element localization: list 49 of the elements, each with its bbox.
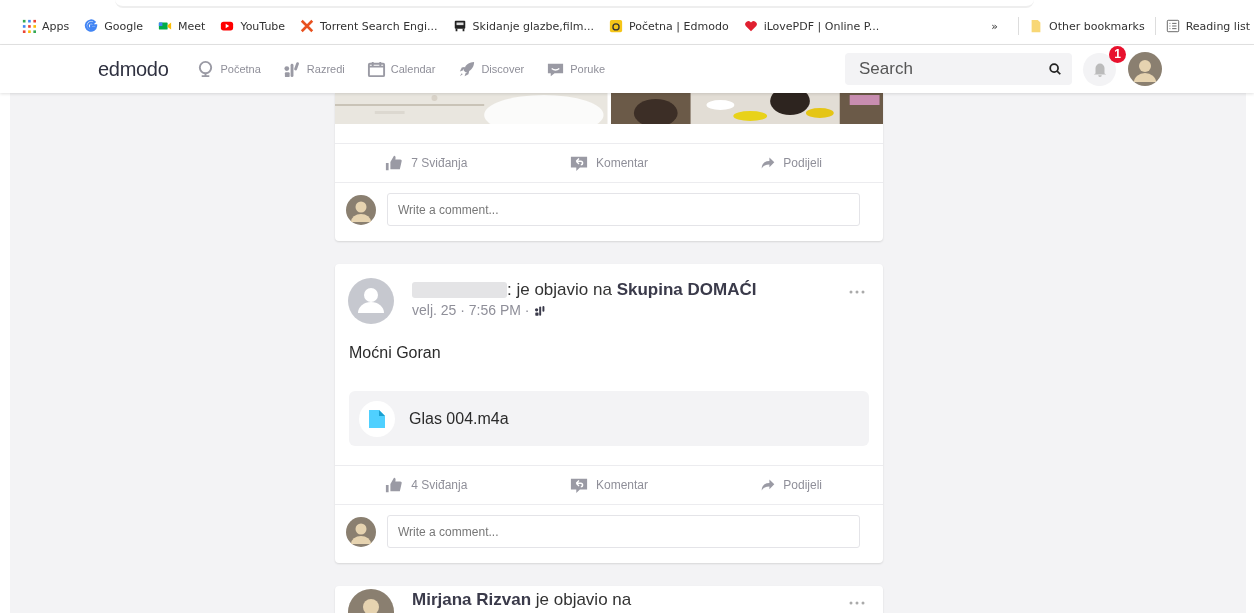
notifications-button[interactable] [1083,52,1116,86]
user-avatar[interactable] [1128,52,1162,86]
heart-icon [743,19,758,33]
user-avatar [346,516,376,547]
more-options-icon[interactable] [849,290,865,294]
comment-field[interactable]: Write a comment... [387,515,860,548]
rocket-icon [457,59,477,79]
x-mark-icon [300,19,315,33]
attachment-name: Glas 004.m4a [409,409,509,428]
chat-bubble-icon [570,154,588,172]
bookmark-folder[interactable]: Other bookmarks [1049,19,1145,33]
apps-grid-icon [22,19,36,33]
post-heading: Mirjana Rizvan je objavio na [412,591,632,609]
printer-icon [452,19,467,33]
bookmark-link[interactable]: Početna | Edmodo [629,19,729,33]
people-icon [533,303,547,317]
bookmark-link[interactable]: Apps [42,19,70,33]
attachment-card[interactable]: Glas 004.m4a [349,391,869,446]
more-bookmarks-button[interactable]: » [991,19,999,33]
bookmark-link[interactable]: Skidanje glazbe,film... [472,19,594,33]
post-time: velj. 25 · 7:56 PM · [412,302,530,318]
comment-field[interactable]: Write a comment... [387,193,860,226]
user-silhouette-icon [348,278,394,324]
thumbs-up-icon [385,476,404,494]
calendar-icon [366,59,386,79]
site-logo[interactable]: edmodo [98,57,169,81]
bookmark-link[interactable]: Meet [178,19,206,33]
search-field[interactable]: Search [845,53,1072,85]
notification-badge: 1 [1109,45,1126,63]
share-arrow-icon [761,156,776,170]
post-body: Moćni Goran [348,343,442,362]
bookmark-link[interactable]: iLovePDF | Online P... [763,19,880,33]
chat-bubble-icon [570,476,588,494]
people-icon [282,59,302,79]
g-logo-icon [84,19,99,33]
search-icon [1048,62,1062,76]
reading-list-button[interactable]: Reading list [1185,19,1250,33]
thumbs-up-icon [385,154,404,172]
post-heading: : je objavio na Skupina DOMAĆI [507,280,757,300]
file-icon [369,409,385,428]
bookmark-link[interactable]: YouTube [240,19,286,33]
list-icon [1165,19,1180,33]
letter-tile-icon [609,19,623,33]
bookmark-link[interactable]: Google [104,19,144,33]
share-arrow-icon [761,478,776,492]
user-avatar [346,194,376,225]
bookmark-link[interactable]: Torrent Search Engi... [320,19,438,33]
play-button-icon [220,19,235,33]
more-options-icon[interactable] [849,601,865,605]
